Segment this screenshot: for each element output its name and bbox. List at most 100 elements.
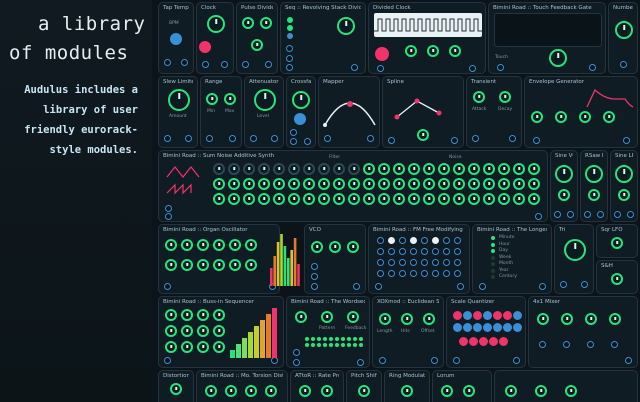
step-knob[interactable] (181, 325, 193, 337)
synth-knob[interactable] (468, 163, 480, 175)
synth-knob[interactable] (318, 193, 330, 205)
torsion-knob-3[interactable] (245, 385, 257, 397)
synth-knob[interactable] (393, 178, 405, 190)
lfo-node[interactable] (377, 259, 384, 266)
synth-knob[interactable] (378, 163, 390, 175)
drawbar-knob[interactable] (181, 259, 193, 271)
tap-button[interactable] (170, 33, 182, 45)
div-knob[interactable] (405, 45, 417, 57)
shape-knob[interactable] (618, 189, 630, 201)
synth-knob[interactable] (453, 193, 465, 205)
out-port[interactable] (265, 61, 272, 68)
out-port[interactable] (567, 211, 574, 218)
lfo-node[interactable] (399, 270, 406, 277)
synth-knob[interactable] (288, 178, 300, 190)
fine-knob[interactable] (558, 189, 570, 201)
synth-knob[interactable] (318, 178, 330, 190)
scale-key[interactable] (479, 337, 488, 346)
module-pulse-divider[interactable]: Pulse Divider (236, 2, 278, 74)
feedback-knob[interactable] (549, 49, 567, 67)
mix-knob[interactable] (401, 385, 413, 397)
out-port[interactable] (509, 135, 516, 142)
scale-key[interactable] (453, 323, 462, 332)
step-knob[interactable] (181, 309, 193, 321)
phase-knob[interactable] (251, 39, 263, 51)
lfo-node[interactable] (377, 237, 384, 244)
out-port[interactable] (357, 359, 364, 366)
in-port[interactable] (472, 135, 479, 142)
module-sine-lfo[interactable]: Sine LFO (610, 150, 638, 222)
synth-knob[interactable] (258, 193, 270, 205)
module-touch-feedback-gate[interactable]: Biminí Road :: Touch Feedback Gate Touch (488, 2, 606, 74)
in-port[interactable] (554, 211, 561, 218)
extra-knob-3[interactable] (565, 385, 577, 397)
synth-knob[interactable] (528, 178, 540, 190)
synth-knob[interactable] (258, 163, 270, 175)
run-button[interactable] (375, 47, 389, 61)
out-port[interactable] (589, 64, 596, 71)
module-wordsequencer[interactable]: Biminí Road :: The Wordsequencer Pattern… (286, 296, 370, 368)
in-port[interactable] (620, 61, 627, 68)
scale-key[interactable] (459, 337, 468, 346)
attack-knob[interactable] (531, 111, 543, 123)
smooth-knob[interactable] (417, 129, 429, 141)
out-port[interactable] (597, 211, 604, 218)
scale-key[interactable] (503, 311, 512, 320)
module-number-display[interactable]: Number Display (608, 2, 638, 74)
div-knob[interactable] (242, 17, 254, 29)
feedback-knob[interactable] (347, 311, 359, 323)
touch-port[interactable] (497, 64, 504, 71)
module-distortion[interactable]: Distortion (158, 370, 194, 402)
module-extra[interactable] (494, 370, 638, 402)
torsion-knob-4[interactable] (265, 385, 277, 397)
synth-knob[interactable] (243, 193, 255, 205)
max-knob[interactable] (224, 93, 236, 105)
bpm-knob[interactable] (207, 15, 225, 33)
pattern-knob[interactable] (321, 311, 333, 323)
lfo-node[interactable] (388, 270, 395, 277)
lfo-node[interactable] (410, 270, 417, 277)
out-port[interactable] (271, 135, 278, 142)
synth-knob[interactable] (438, 193, 450, 205)
fine-knob[interactable] (347, 241, 359, 253)
lfo-node[interactable] (410, 259, 417, 266)
lfo-node[interactable] (443, 259, 450, 266)
lfo-node[interactable] (388, 259, 395, 266)
sync-port[interactable] (311, 273, 318, 280)
drawbar-knob[interactable] (245, 259, 257, 271)
timescale-option[interactable]: Minute (499, 235, 514, 240)
step-knob[interactable] (213, 309, 225, 321)
out-port[interactable] (457, 283, 464, 290)
timescale-option[interactable]: Century (499, 274, 517, 279)
synth-knob[interactable] (468, 193, 480, 205)
rate-knob[interactable] (615, 165, 633, 183)
synth-knob[interactable] (453, 178, 465, 190)
attack-knob[interactable] (473, 91, 485, 103)
clock-port[interactable] (293, 359, 300, 366)
synth-knob[interactable] (423, 178, 435, 190)
volume-knob[interactable] (615, 21, 633, 39)
lfo-node[interactable] (410, 248, 417, 255)
in-port-3[interactable] (587, 341, 594, 348)
synth-knob[interactable] (408, 163, 420, 175)
in-port[interactable] (242, 61, 249, 68)
sync-port[interactable] (202, 61, 209, 68)
rate-knob[interactable] (299, 385, 311, 397)
out-port[interactable] (367, 135, 374, 142)
module-mapper[interactable]: Mapper (318, 76, 380, 148)
gain-knob-3[interactable] (585, 313, 597, 325)
scale-key[interactable] (513, 323, 522, 332)
drawbar-knob[interactable] (197, 259, 209, 271)
scale-key[interactable] (499, 337, 508, 346)
step-knob[interactable] (165, 325, 177, 337)
scale-key[interactable] (463, 323, 472, 332)
sustain-knob[interactable] (579, 111, 591, 123)
clock-port[interactable] (286, 64, 293, 71)
torsion-knob-2[interactable] (225, 385, 237, 397)
timescale-option[interactable]: Year (499, 268, 509, 273)
module-attack-rate[interactable]: ATtoR :: Rate Probe (290, 370, 344, 402)
synth-knob[interactable] (303, 163, 315, 175)
sync-port[interactable] (164, 59, 171, 66)
synth-knob[interactable] (378, 193, 390, 205)
sync-port[interactable] (377, 65, 384, 72)
